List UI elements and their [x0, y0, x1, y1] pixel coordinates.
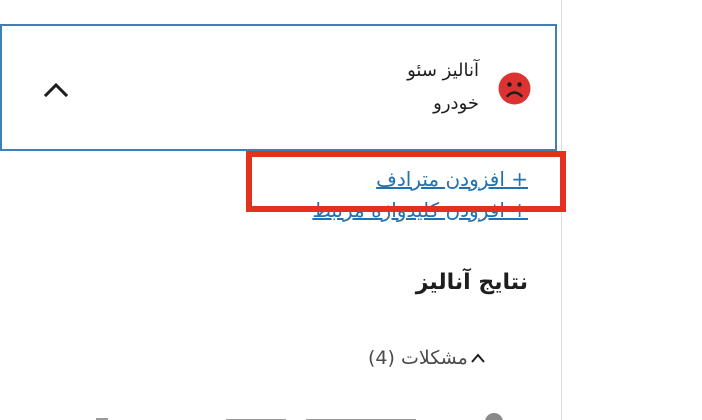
- seo-analysis-panel-header[interactable]: آنالیز سئو خودرو: [0, 24, 557, 151]
- problems-label: مشکلات (4): [368, 347, 468, 369]
- sad-face-icon: [498, 72, 531, 105]
- chevron-up-icon: [471, 353, 485, 363]
- panel-title-line2: خودرو: [433, 93, 479, 114]
- panel-title-line1: آنالیز سئو: [407, 60, 479, 81]
- seo-sidebar-page: آنالیز سئو خودرو + افزودن مترادف + افزود…: [0, 0, 702, 420]
- add-synonym-link[interactable]: + افزودن مترادف: [376, 167, 528, 191]
- panel-title: آنالیز سئو خودرو: [319, 54, 479, 120]
- chevron-up-icon[interactable]: [42, 79, 70, 99]
- problems-toggle[interactable]: مشکلات (4): [368, 344, 486, 372]
- add-related-keyphrase-link[interactable]: + افزودن کلیدواژه مرتبط: [312, 198, 528, 222]
- analysis-results-heading: نتایج آنالیز: [415, 270, 528, 295]
- sidebar-divider: [561, 0, 562, 420]
- cutoff-list-item: [96, 413, 503, 420]
